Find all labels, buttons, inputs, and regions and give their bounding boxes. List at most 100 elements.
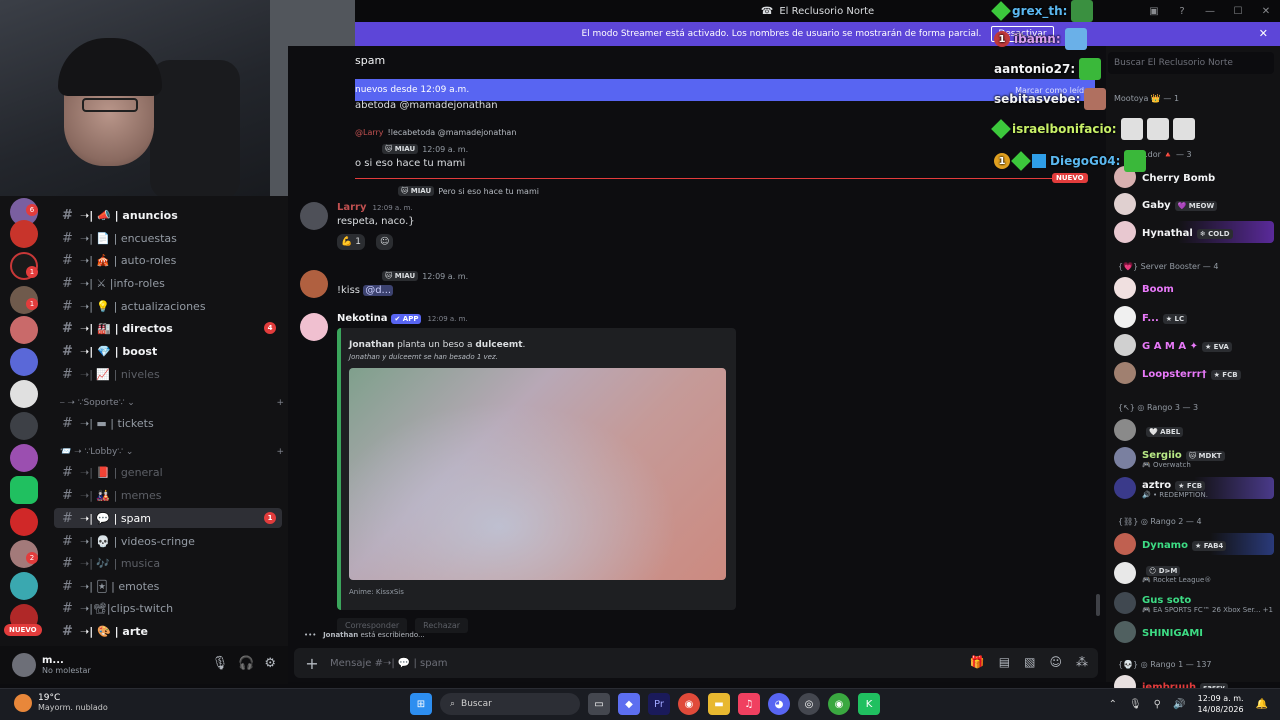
banner-text: El modo Streamer está activado. Los nomb… xyxy=(581,29,982,39)
copilot-icon[interactable]: ◆ xyxy=(618,693,640,715)
server-icon-13[interactable] xyxy=(10,572,38,600)
member-item[interactable]: Gaby 💜 MEOW xyxy=(1114,193,1274,215)
user-mention[interactable]: @d... xyxy=(363,285,394,296)
embed-image[interactable] xyxy=(349,368,726,580)
message-author[interactable]: Nekotina ✔ APP 12:09 a. m. xyxy=(337,313,468,324)
kick-server-icon[interactable] xyxy=(10,476,38,504)
guild-tag: ★ FAB4 xyxy=(1191,541,1227,551)
hash-icon: # xyxy=(62,230,73,246)
category-lobby[interactable]: 📨 ➝ ∵Lobby∵ ⌄ + xyxy=(60,447,284,457)
channel-item[interactable]: # ➝| 🏭 | directos 4 xyxy=(54,318,282,338)
message-author[interactable]: Larry 12:09 a. m. xyxy=(337,202,413,213)
windows-start-icon[interactable]: ⊞ xyxy=(410,693,432,715)
channel-item[interactable]: # ➝| 🎪 | auto-roles xyxy=(54,250,282,270)
avatar[interactable] xyxy=(300,313,328,341)
avatar[interactable] xyxy=(300,202,328,230)
channel-item[interactable]: # ➝| 🎎 | memes xyxy=(54,485,282,505)
apps-icon[interactable]: ⁂ xyxy=(1076,655,1088,669)
music-icon[interactable]: ♫ xyxy=(738,693,760,715)
server-badge: 2 xyxy=(26,552,38,564)
channel-item[interactable]: # ➝| 💬 | spam 1 xyxy=(54,508,282,528)
channel-item[interactable]: # ➝| 📣 | anuncios xyxy=(54,205,282,225)
chevron-up-icon[interactable]: ⌃ xyxy=(1109,699,1117,710)
category-soporte[interactable]: ⎯ ➝ ∵Soporte∵ ⌄ + xyxy=(60,398,284,408)
channel-item[interactable]: # ➝| ▬ | tickets xyxy=(54,413,282,433)
clock[interactable]: 12:09 a. m. 14/08/2026 xyxy=(1197,693,1243,715)
channel-item[interactable]: # ➝| 💀 | videos-cringe xyxy=(54,531,282,551)
member-item[interactable]: Hynathal ❄ COLD xyxy=(1114,221,1274,243)
add-reaction-button[interactable]: ☺ xyxy=(376,234,394,250)
server-icon-9[interactable] xyxy=(10,444,38,472)
avatar[interactable] xyxy=(12,653,36,677)
discord-icon[interactable]: ◕ xyxy=(768,693,790,715)
kick-icon[interactable]: K xyxy=(858,693,880,715)
channel-item[interactable]: # ➝| ⚔ |info-roles xyxy=(54,273,282,293)
member-name: F... xyxy=(1142,313,1159,324)
channel-item[interactable]: # ➝| 📄 | encuestas xyxy=(54,228,282,248)
chrome-icon[interactable]: ◉ xyxy=(678,693,700,715)
member-item[interactable]: Sergiio 🐱 MDKT 🎮 Overwatch xyxy=(1114,447,1274,469)
member-item[interactable]: 😶 D⋗M 🎮 Rocket League® xyxy=(1114,562,1274,584)
channel-name: ➝| 📈 | niveles xyxy=(80,367,160,381)
member-item[interactable]: G A M A ✦ ★ EVA xyxy=(1114,334,1274,356)
channel-item[interactable]: # ➝| 💡 | actualizaciones xyxy=(54,296,282,316)
user-status: No molestar xyxy=(42,666,91,675)
server-icon-8[interactable] xyxy=(10,412,38,440)
weather-widget[interactable]: 19°C Mayorm. nublado xyxy=(14,693,108,712)
gear-icon[interactable]: ⚙ xyxy=(264,656,276,671)
member-item[interactable]: Loopsterrr† ★ FCB xyxy=(1114,362,1274,384)
channel-item[interactable]: # ➝| 📈 | niveles xyxy=(54,364,282,384)
server-icon-5[interactable] xyxy=(10,316,38,344)
member-item[interactable]: SHINIGAMI xyxy=(1114,621,1274,643)
channel-item[interactable]: # ➝| 🎨 | arte xyxy=(54,621,282,641)
gif-icon[interactable]: ▤ xyxy=(999,655,1010,669)
add-channel-icon[interactable]: + xyxy=(276,447,284,457)
channel-item[interactable]: # ➝| 🃏 | emotes xyxy=(54,576,282,596)
volume-icon[interactable]: 🔊 xyxy=(1173,699,1185,710)
scrollbar[interactable] xyxy=(1096,594,1100,616)
avatar[interactable] xyxy=(300,270,328,298)
microphone-icon[interactable]: 🎙 xyxy=(212,656,229,671)
message-composer[interactable]: + Mensaje #➝| 💬 | spam 🎁 ▤ ▧ ☺ ⁂ xyxy=(294,648,1098,678)
member-item[interactable]: Boom xyxy=(1114,277,1274,299)
server-icon-7[interactable] xyxy=(10,380,38,408)
new-servers-pill[interactable]: NUEVO xyxy=(4,624,42,636)
member-item[interactable]: aztro ★ FCB 🔊 • REDEMPTION. xyxy=(1114,477,1274,499)
premiere-icon[interactable]: Pr xyxy=(648,693,670,715)
reply-preview[interactable]: @Larry !lecabetoda @mamadejonathan xyxy=(355,128,516,137)
hash-icon: # xyxy=(62,207,73,223)
channel-item[interactable]: # ➝|📽|clips-twitch xyxy=(54,598,282,618)
sticker-icon[interactable]: ▧ xyxy=(1024,655,1035,669)
reaction[interactable]: 💪 1 xyxy=(337,234,365,250)
channel-name: ➝| 📕 | general xyxy=(80,465,163,479)
channel-item[interactable]: # ➝| 📕 | general xyxy=(54,462,282,482)
wifi-icon[interactable]: ⚲ xyxy=(1154,699,1161,710)
microphone-icon[interactable]: 🎙 xyxy=(1129,699,1142,710)
headphones-icon[interactable]: 🎧 xyxy=(238,656,254,671)
member-item[interactable]: 🤍 ABEL xyxy=(1114,419,1274,441)
notification-icon[interactable]: 🔔 xyxy=(1256,699,1268,710)
member-group-header: {⛓} ◎ Rango 2 — 4 xyxy=(1118,517,1202,526)
obs-icon[interactable]: ◎ xyxy=(798,693,820,715)
gift-icon[interactable]: 🎁 xyxy=(970,655,985,669)
chrome-profile-icon[interactable]: ◉ xyxy=(828,693,850,715)
member-item[interactable]: F... ★ LC xyxy=(1114,306,1274,328)
member-item[interactable]: Dynamo ★ FAB4 xyxy=(1114,533,1274,555)
folder-icon[interactable]: ▬ xyxy=(708,693,730,715)
server-badge: 1 xyxy=(26,298,38,310)
add-channel-icon[interactable]: + xyxy=(276,398,284,408)
task-view-icon[interactable]: ▭ xyxy=(588,693,610,715)
user-name[interactable]: m... xyxy=(42,655,91,666)
server-icon-11[interactable] xyxy=(10,508,38,536)
channel-item[interactable]: # ➝| 💎 | boost xyxy=(54,341,282,361)
emoji-icon[interactable]: ☺ xyxy=(1049,655,1062,669)
server-icon-2[interactable] xyxy=(10,220,38,248)
plus-icon[interactable]: + xyxy=(294,654,330,673)
channel-item[interactable]: # ➝| 🎶 | musica xyxy=(54,553,282,573)
reply-preview[interactable]: 🐱 MIAU Pero si eso hace tu mami xyxy=(398,186,539,196)
server-icon-6[interactable] xyxy=(10,348,38,376)
badge-icon: 1 xyxy=(994,153,1010,169)
member-item[interactable]: Gus soto 🎮 EA SPORTS FC™ 26 Xbox Ser... +… xyxy=(1114,592,1274,614)
taskbar-search[interactable]: ⌕ Buscar xyxy=(440,693,580,715)
channel-name: ➝| 🎪 | auto-roles xyxy=(80,253,177,267)
